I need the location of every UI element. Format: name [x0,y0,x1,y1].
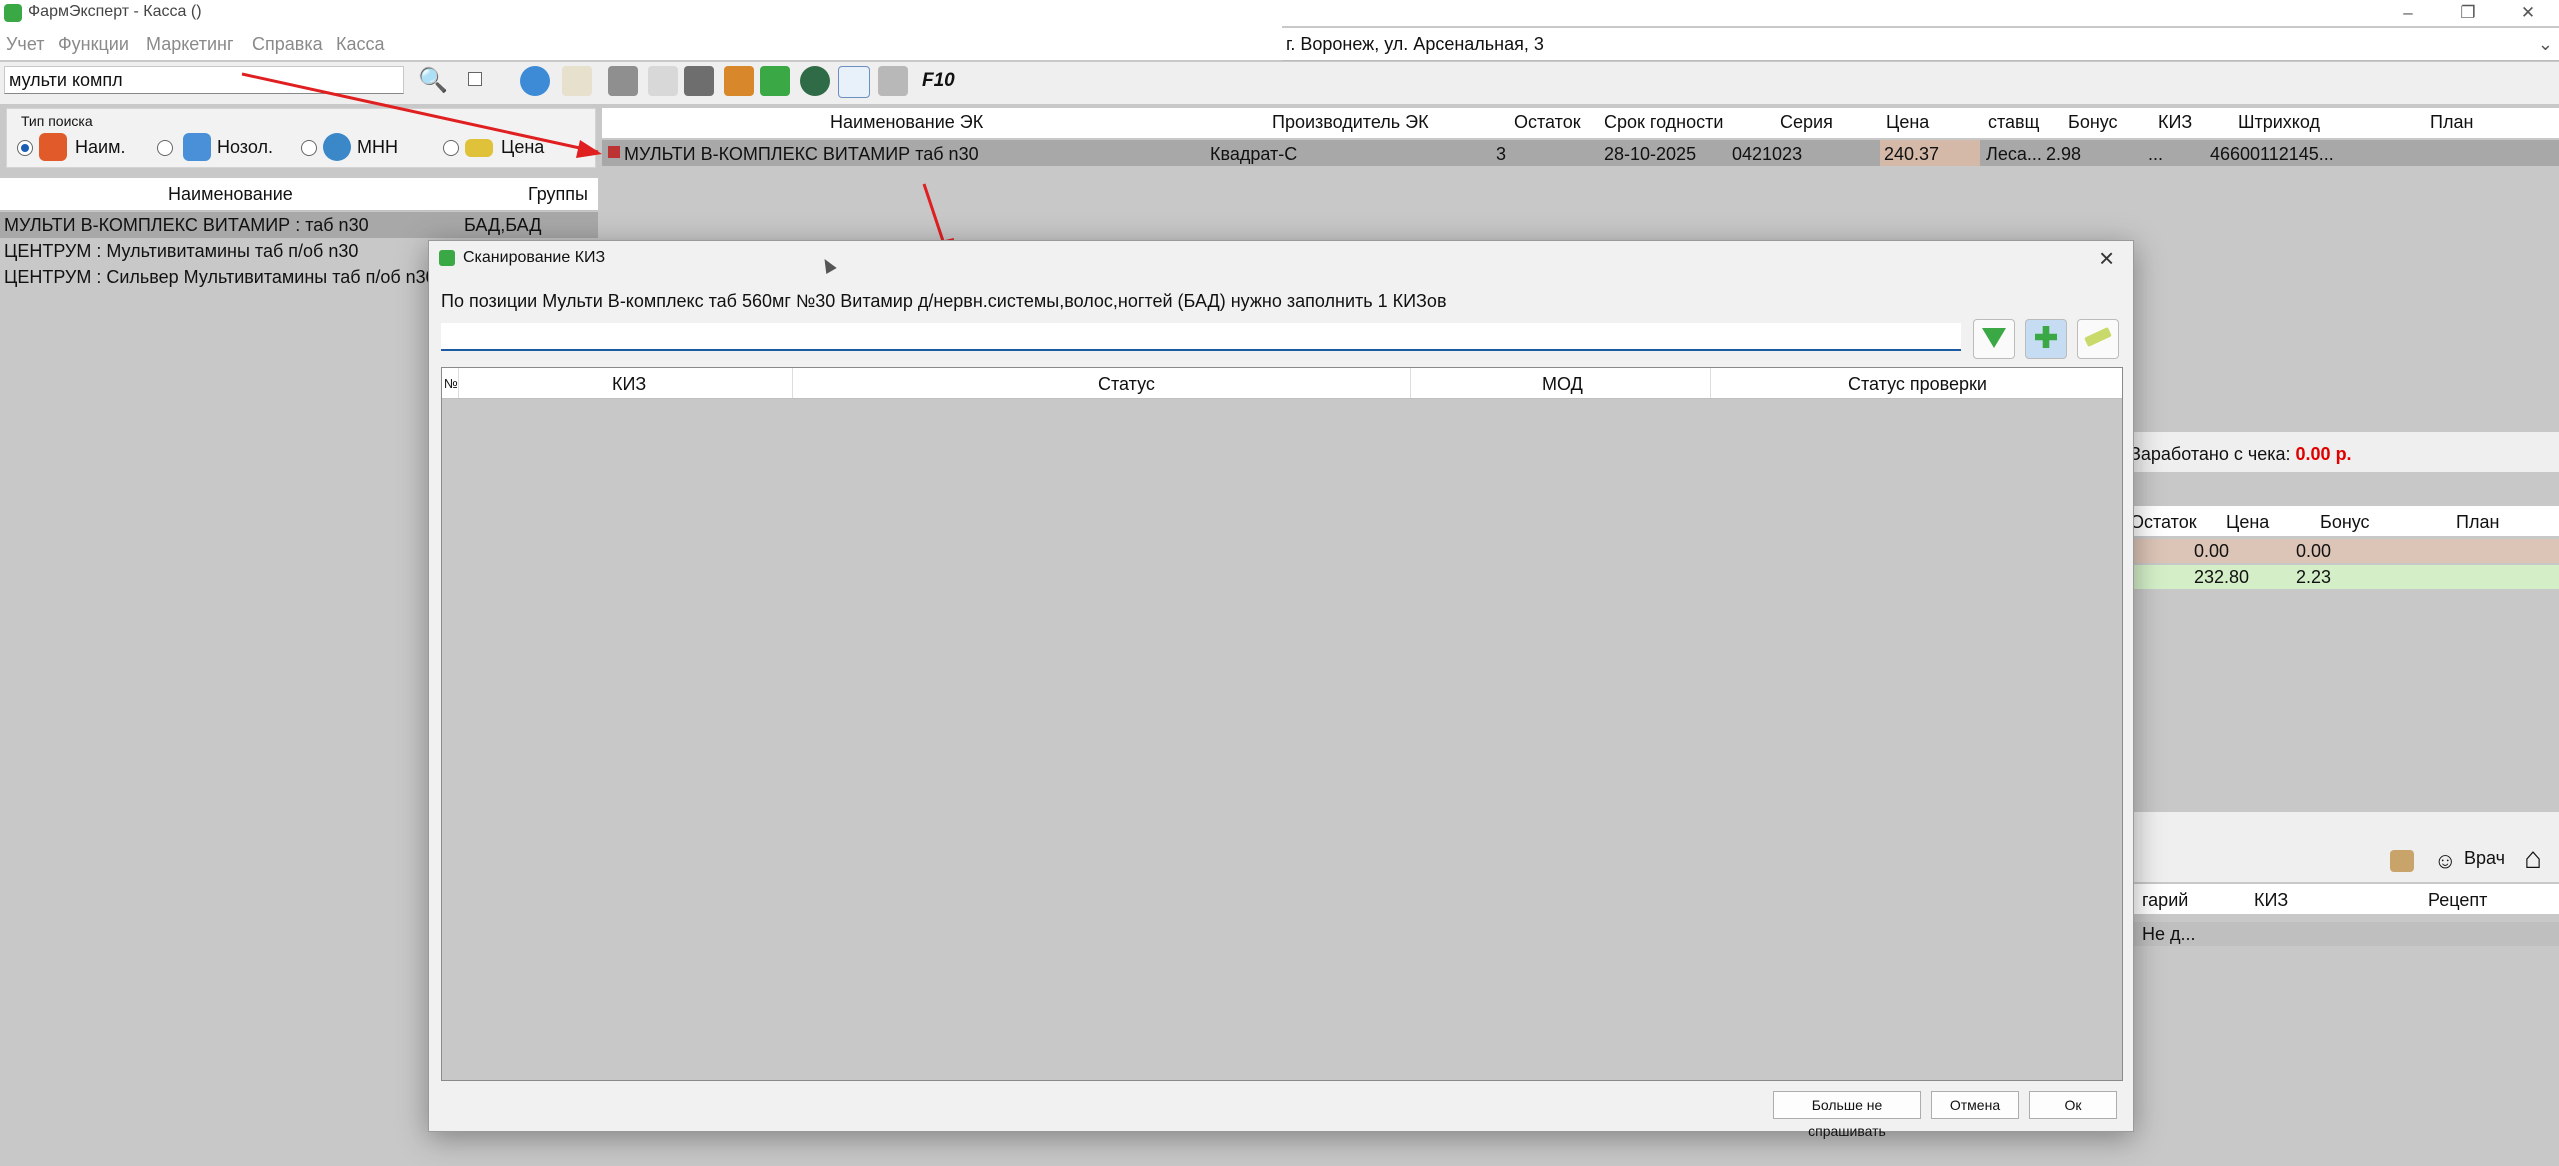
kiz-grid: № КИЗ Статус МОД Статус проверки [441,367,2123,1081]
column-status[interactable]: Статус [1098,374,1155,395]
ok-button[interactable]: Ок [2029,1091,2117,1119]
column-check-status[interactable]: Статус проверки [1848,374,1987,395]
app-icon [439,250,455,266]
cancel-button[interactable]: Отмена [1931,1091,2019,1119]
close-icon[interactable]: × [2099,243,2114,274]
dialog-message: По позиции Мульти В-комплекс таб 560мг №… [441,291,1447,311]
column-kiz[interactable]: КИЗ [612,374,646,395]
kiz-input[interactable] [441,323,1961,351]
dialog-title: Сканирование КИЗ [463,249,606,266]
dialog-titlebar: Сканирование КИЗ × [429,241,2133,275]
download-arrow-icon [1982,328,2006,348]
column-mod[interactable]: МОД [1542,374,1583,395]
add-kiz-button[interactable] [2025,319,2067,359]
arrow-head [576,140,602,158]
plus-icon [2035,326,2057,348]
clear-kiz-button[interactable] [2077,319,2119,359]
kiz-scan-dialog: Сканирование КИЗ × По позиции Мульти В-к… [428,240,2134,1139]
kiz-grid-header: № КИЗ Статус МОД Статус проверки [442,368,2122,399]
dont-ask-again-button[interactable]: Больше не спрашивать [1773,1091,1921,1139]
eraser-icon [2084,326,2112,348]
column-number[interactable]: № [444,376,458,391]
arrow-line [241,72,599,154]
download-arrow-button[interactable] [1973,319,2015,359]
